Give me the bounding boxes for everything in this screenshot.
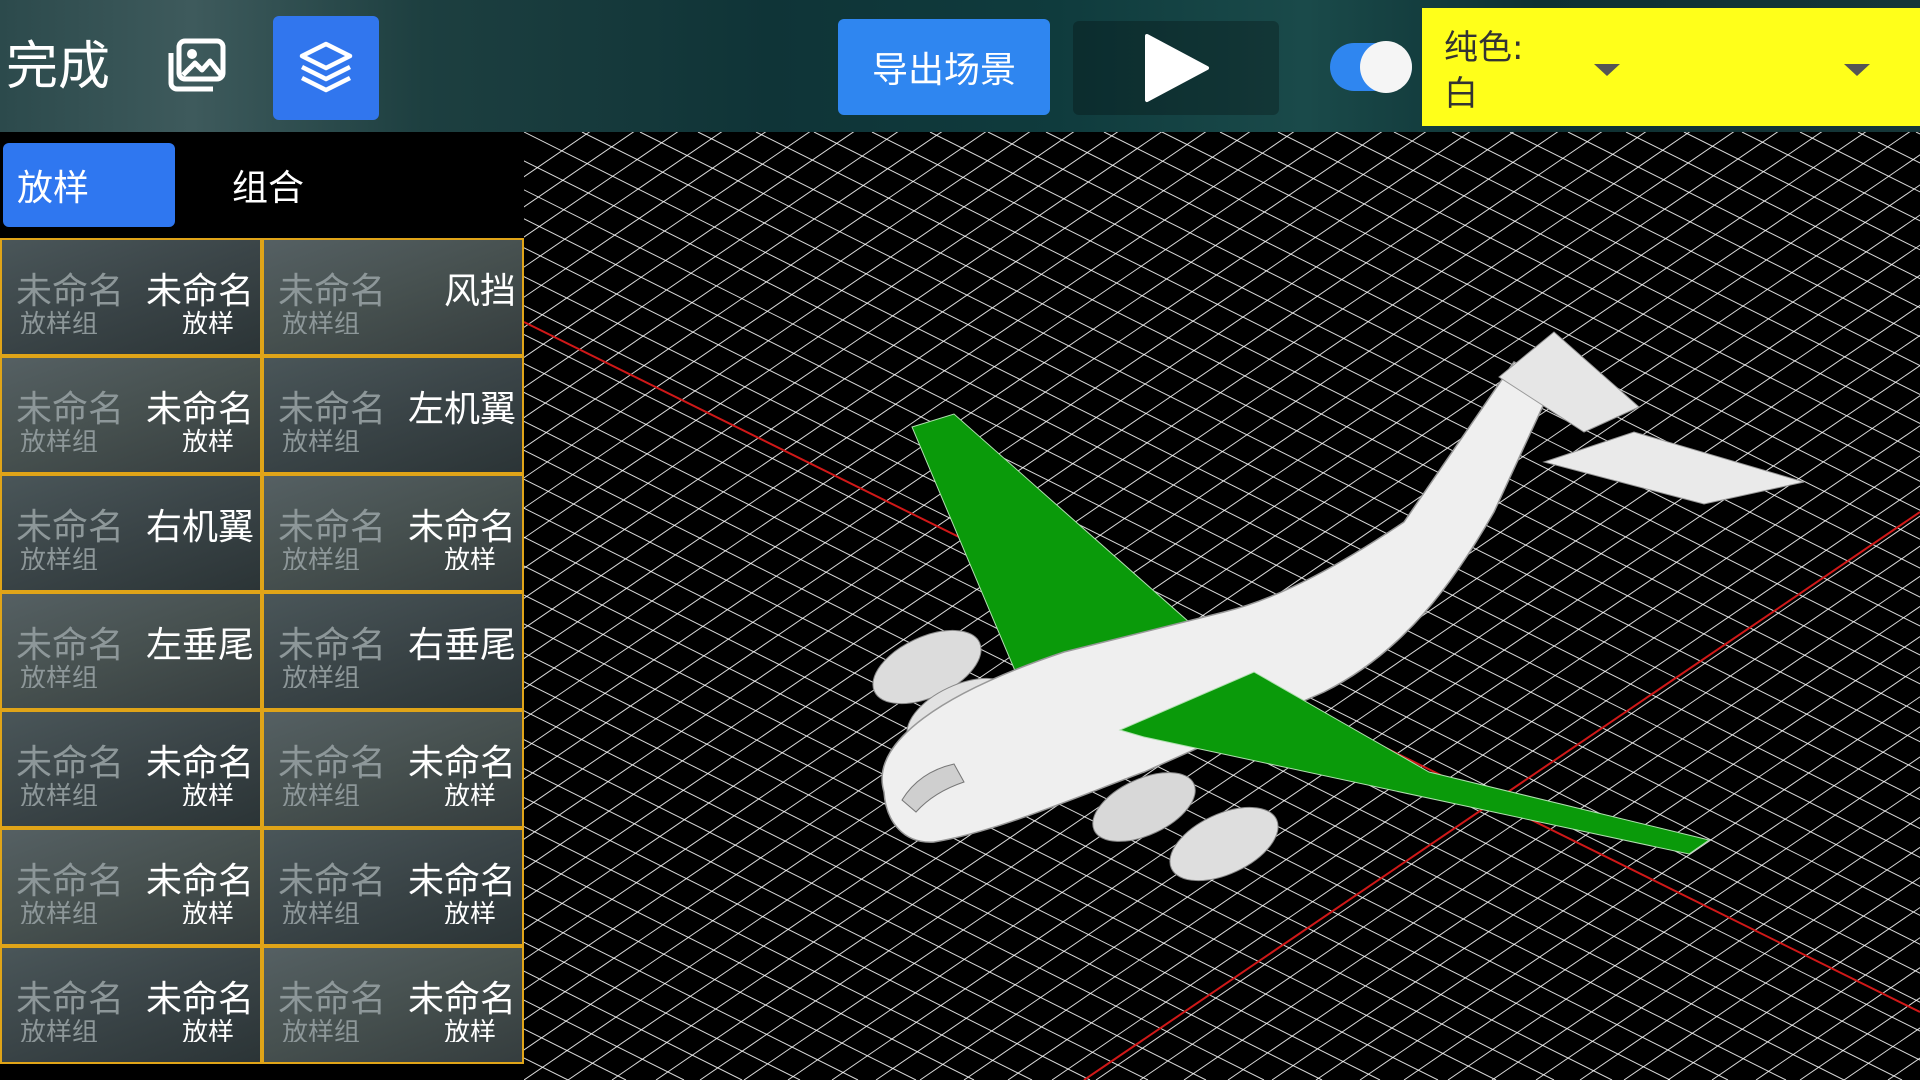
part-group-name: 未命名 [278, 861, 387, 902]
part-group-type: 放样组 [20, 546, 99, 570]
part-cell[interactable]: 未命名 放样组 未命名 放样 [262, 946, 524, 1064]
part-group-type: 放样组 [282, 900, 361, 924]
part-cell[interactable]: 未命名 放样组 未命名 放样 [262, 474, 524, 592]
export-scene-button[interactable]: 导出场景 [838, 19, 1050, 115]
part-type: 放样 [443, 782, 496, 806]
part-type: 放样 [181, 1018, 234, 1042]
part-group-type: 放样组 [20, 900, 99, 924]
part-name: 左垂尾 [145, 625, 254, 666]
part-cell[interactable]: 未命名 放样组 未命名 放样 [0, 828, 262, 946]
part-group-name: 未命名 [278, 979, 387, 1020]
part-cell[interactable]: 未命名 放样组 未命名 放样 [0, 356, 262, 474]
part-name: 右垂尾 [407, 625, 516, 666]
part-name: 未命名 [407, 743, 516, 784]
part-type: 放样 [181, 900, 234, 924]
part-name: 右机翼 [145, 507, 254, 548]
floor-grid [524, 132, 1920, 1080]
chevron-down-icon[interactable] [1844, 64, 1870, 76]
image-gallery-icon-svg [168, 38, 226, 92]
part-type: 放样 [181, 428, 234, 452]
done-button[interactable]: 完成 [6, 32, 110, 102]
part-cell[interactable]: 未命名 放样组 未命名 放样 [0, 946, 262, 1064]
part-group-name: 未命名 [278, 743, 387, 784]
3d-viewport[interactable] [524, 132, 1920, 1080]
fill-color-value: 白 [1444, 74, 1478, 114]
part-name: 未命名 [145, 979, 254, 1020]
part-group-type: 放样组 [20, 782, 99, 806]
part-name: 左机翼 [407, 389, 516, 430]
part-cell[interactable]: 未命名 放样组 未命名 放样 [0, 238, 262, 356]
parts-panel: 放样 组合 未命名 放样组 未命名 放样 未命名 放样组 风挡 未命名 放样组 未命名 放样 未命名放… [0, 132, 524, 1080]
play-button[interactable] [1073, 21, 1279, 115]
part-cell[interactable]: 未命名 放样组 右机翼 [0, 474, 262, 592]
part-group-type: 放样组 [282, 782, 361, 806]
part-cell[interactable]: 未命名 放样组 未命名 放样 [262, 828, 524, 946]
part-group-name: 未命名 [16, 743, 125, 784]
part-group-type: 放样组 [282, 664, 361, 688]
fuselage [881, 361, 1555, 843]
part-group-type: 放样组 [282, 428, 361, 452]
part-name: 未命名 [407, 507, 516, 548]
part-name: 未命名 [145, 389, 254, 430]
part-group-type: 放样组 [282, 546, 361, 570]
part-group-name: 未命名 [278, 389, 387, 430]
part-name: 未命名 [145, 271, 254, 312]
tab-combine[interactable]: 组合 [232, 143, 392, 227]
part-type: 放样 [443, 1018, 496, 1042]
top-toolbar: 完成 导出场景 纯色: 白 [0, 0, 1920, 132]
horizontal-tail [1542, 431, 1805, 505]
part-name: 未命名 [407, 979, 516, 1020]
tab-loft[interactable]: 放样 [3, 143, 175, 227]
part-group-name: 未命名 [16, 625, 125, 666]
fill-color-dropdown[interactable]: 纯色: 白 [1422, 8, 1920, 126]
part-cell[interactable]: 未命名 放样组 右垂尾 [262, 592, 524, 710]
part-cell[interactable]: 未命名 放样组 左机翼 [262, 356, 524, 474]
part-group-name: 未命名 [278, 507, 387, 548]
toggle-knob [1360, 41, 1412, 93]
part-cell[interactable]: 未命名 放样组 风挡 [262, 238, 524, 356]
part-cell[interactable]: 未命名 放样组 未命名 放样 [262, 710, 524, 828]
chevron-down-icon [1594, 64, 1620, 76]
part-group-name: 未命名 [278, 625, 387, 666]
part-type: 放样 [443, 900, 496, 924]
part-group-type: 放样组 [282, 1018, 361, 1042]
part-group-name: 未命名 [16, 979, 125, 1020]
parts-grid: 未命名 放样组 未命名 放样 未命名 放样组 风挡 未命名 放样组 未命名 放样 未命名 放样组 左机翼未… [0, 238, 524, 1080]
part-group-type: 放样组 [20, 310, 99, 334]
image-gallery-icon[interactable] [160, 30, 232, 102]
part-group-name: 未命名 [16, 389, 125, 430]
part-group-name: 未命名 [16, 271, 125, 312]
part-type: 放样 [181, 782, 234, 806]
part-cell[interactable]: 未命名 放样组 左垂尾 [0, 592, 262, 710]
part-name: 未命名 [407, 861, 516, 902]
part-type: 放样 [443, 546, 496, 570]
part-cell[interactable]: 未命名 放样组 未命名 放样 [0, 710, 262, 828]
layers-icon [299, 41, 353, 93]
part-name: 未命名 [145, 743, 254, 784]
part-group-type: 放样组 [20, 1018, 99, 1042]
part-group-name: 未命名 [16, 861, 125, 902]
part-group-type: 放样组 [282, 310, 361, 334]
part-group-name: 未命名 [16, 507, 125, 548]
scene-canvas [524, 132, 1920, 1080]
layers-button[interactable] [273, 16, 379, 120]
part-group-type: 放样组 [20, 664, 99, 688]
play-icon [1145, 34, 1209, 102]
part-group-name: 未命名 [278, 271, 387, 312]
fill-color-label: 纯色: [1444, 28, 1524, 68]
part-name: 未命名 [145, 861, 254, 902]
toggle-switch[interactable] [1330, 41, 1412, 93]
part-name: 风挡 [443, 271, 516, 312]
part-group-type: 放样组 [20, 428, 99, 452]
part-type: 放样 [181, 310, 234, 334]
